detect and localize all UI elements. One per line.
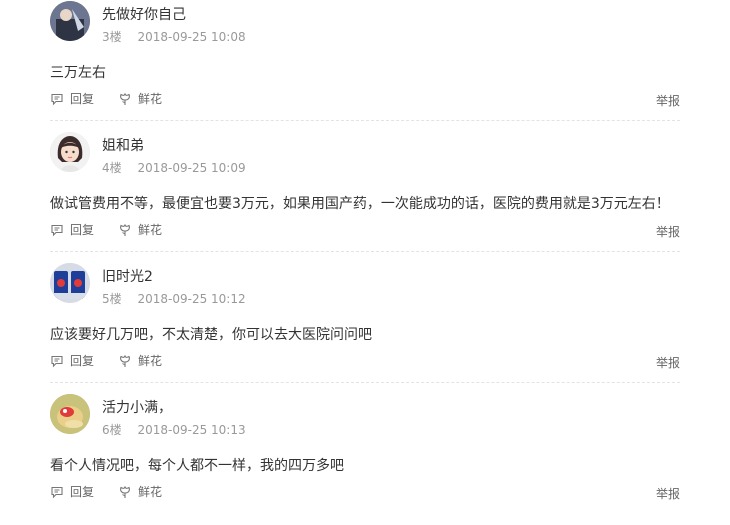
- divider: [50, 382, 680, 383]
- flower-icon: [120, 485, 130, 498]
- timestamp: 2018-09-25 10:08: [137, 30, 246, 44]
- comment-text: 做试管费用不等，最便宜也要3万元，如果用国产药，一次能成功的话，医院的费用就是3…: [50, 196, 670, 212]
- post-meta: 5楼 2018-09-25 10:12: [102, 290, 246, 307]
- flower-label: 鲜花: [138, 223, 163, 237]
- reply-bubble-icon: [51, 355, 63, 367]
- username[interactable]: 先做好你自己: [102, 4, 186, 24]
- reply-button[interactable]: 回复: [50, 483, 94, 500]
- reply-label: 回复: [70, 92, 95, 106]
- report-button[interactable]: 举报: [656, 223, 680, 240]
- flower-label: 鲜花: [138, 485, 163, 499]
- comment-text: 看个人情况吧，每个人都不一样，我的四万多吧: [50, 458, 344, 474]
- flower-button[interactable]: 鲜花: [118, 90, 162, 107]
- flower-icon: [120, 92, 130, 105]
- reply-button[interactable]: 回复: [50, 352, 94, 369]
- divider: [50, 251, 680, 252]
- timestamp: 2018-09-25 10:09: [137, 161, 246, 175]
- post-meta: 3楼 2018-09-25 10:08: [102, 28, 246, 45]
- report-button[interactable]: 举报: [656, 354, 680, 371]
- floor-number: 4楼: [102, 161, 122, 175]
- comment-text: 三万左右: [50, 65, 106, 81]
- username[interactable]: 活力小满，: [102, 397, 172, 417]
- report-button[interactable]: 举报: [656, 92, 680, 109]
- flower-label: 鲜花: [138, 354, 163, 368]
- floor-number: 3楼: [102, 30, 122, 44]
- report-button[interactable]: 举报: [656, 485, 680, 502]
- timestamp: 2018-09-25 10:13: [137, 423, 246, 437]
- reply-button[interactable]: 回复: [50, 221, 94, 238]
- post-actions: 回复 鲜花 举报: [50, 221, 680, 243]
- flower-button[interactable]: 鲜花: [118, 352, 162, 369]
- user-avatar-photo-icon[interactable]: [50, 1, 90, 41]
- comment-thread: 先做好你自己 3楼 2018-09-25 10:08 三万左右 回复 鲜花 举报…: [0, 0, 730, 517]
- flower-button[interactable]: 鲜花: [118, 221, 162, 238]
- post-actions: 回复 鲜花 举报: [50, 352, 680, 374]
- comment-text: 应该要好几万吧，不太清楚，你可以去大医院问问吧: [50, 327, 372, 343]
- divider: [50, 120, 680, 121]
- comment-post: 活力小满， 6楼 2018-09-25 10:13 看个人情况吧，每个人都不一样…: [50, 394, 680, 525]
- flower-icon: [120, 354, 130, 367]
- floor-number: 5楼: [102, 292, 122, 306]
- reply-button[interactable]: 回复: [50, 90, 94, 107]
- user-avatar-photo-icon[interactable]: [50, 263, 90, 303]
- comment-post: 先做好你自己 3楼 2018-09-25 10:08 三万左右 回复 鲜花 举报: [50, 1, 680, 132]
- username[interactable]: 旧时光2: [102, 266, 153, 286]
- flower-icon: [120, 223, 130, 236]
- reply-label: 回复: [70, 485, 95, 499]
- username[interactable]: 姐和弟: [102, 135, 144, 155]
- floor-number: 6楼: [102, 423, 122, 437]
- flower-label: 鲜花: [138, 92, 163, 106]
- comment-post: 姐和弟 4楼 2018-09-25 10:09 做试管费用不等，最便宜也要3万元…: [50, 132, 680, 263]
- timestamp: 2018-09-25 10:12: [137, 292, 246, 306]
- reply-bubble-icon: [51, 93, 63, 105]
- user-avatar-photo-icon[interactable]: [50, 394, 90, 434]
- post-meta: 6楼 2018-09-25 10:13: [102, 421, 246, 438]
- flower-button[interactable]: 鲜花: [118, 483, 162, 500]
- reply-label: 回复: [70, 354, 95, 368]
- reply-label: 回复: [70, 223, 95, 237]
- post-actions: 回复 鲜花 举报: [50, 90, 680, 112]
- reply-bubble-icon: [51, 486, 63, 498]
- post-actions: 回复 鲜花 举报: [50, 483, 680, 505]
- comment-post: 旧时光2 5楼 2018-09-25 10:12 应该要好几万吧，不太清楚，你可…: [50, 263, 680, 394]
- reply-bubble-icon: [51, 224, 63, 236]
- post-meta: 4楼 2018-09-25 10:09: [102, 159, 246, 176]
- user-avatar-cartoon-girl-icon[interactable]: [50, 132, 90, 172]
